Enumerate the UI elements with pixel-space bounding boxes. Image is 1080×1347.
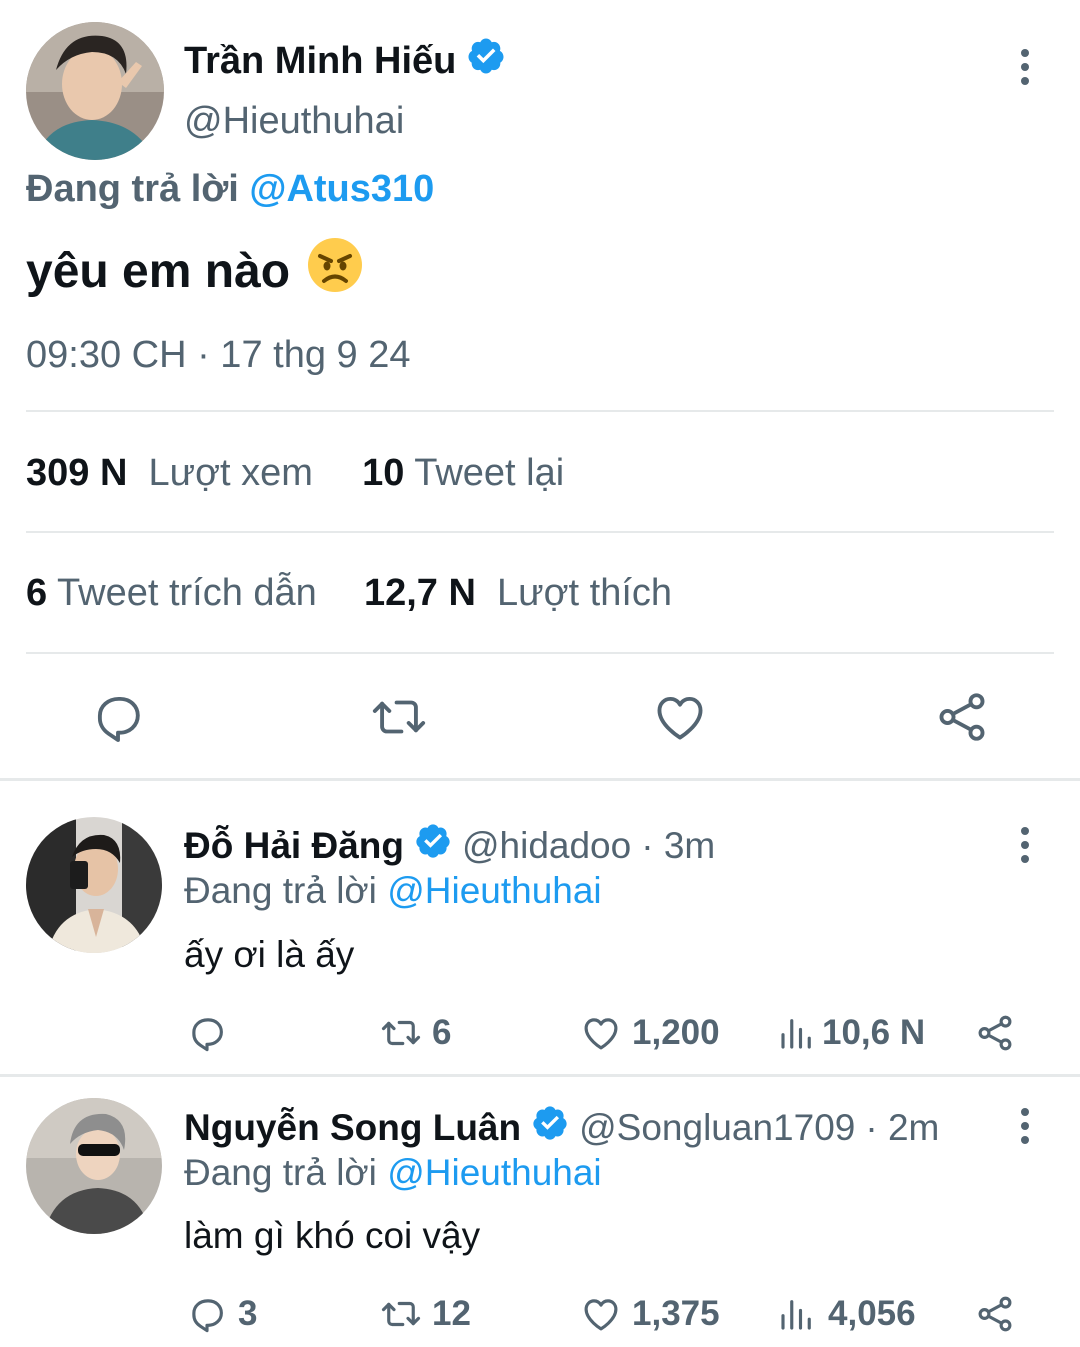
divider: [26, 531, 1054, 533]
reply-time: · 3m: [641, 824, 716, 866]
more-options-icon[interactable]: [1010, 1106, 1040, 1146]
view-count: 4,056: [828, 1294, 916, 1333]
likes-count[interactable]: 12,7 N: [364, 572, 476, 614]
verified-badge-icon: [531, 1104, 569, 1151]
retweet-count: 6: [432, 1013, 452, 1052]
like-button[interactable]: 1,200: [580, 1012, 720, 1054]
tweet-timestamp[interactable]: 09:30 CH · 17 thg 9 24: [26, 334, 410, 377]
reply-author-name[interactable]: Đỗ Hải Đăng: [184, 825, 404, 867]
reply-header: Nguyễn Song Luân @Songluan1709 · 2m: [184, 1104, 939, 1151]
author-handle[interactable]: @Hieuthuhai: [184, 100, 404, 143]
reply-text: làm gì khó coi vậy: [184, 1215, 481, 1256]
share-icon: [978, 1015, 1012, 1051]
replying-prefix: Đang trả lời: [26, 168, 239, 210]
author-avatar[interactable]: [26, 22, 164, 160]
verified-badge-icon: [466, 36, 506, 86]
share-icon[interactable]: [933, 688, 991, 746]
likes-label[interactable]: Lượt thích: [497, 572, 672, 614]
view-count: 10,6 N: [822, 1013, 926, 1052]
share-button[interactable]: [974, 1293, 1016, 1335]
divider: [26, 652, 1054, 654]
author-name[interactable]: Trần Minh Hiếu: [184, 40, 456, 83]
views-icon: [781, 1019, 811, 1049]
reply-button[interactable]: [186, 1012, 238, 1054]
like-count: 1,375: [632, 1294, 720, 1333]
retweet-icon: [381, 1020, 421, 1046]
more-options-icon[interactable]: [1010, 825, 1040, 865]
reply-icon: [192, 1018, 223, 1052]
reply-icon: [192, 1299, 223, 1333]
views-count: 309 N: [26, 452, 128, 494]
reply-author-handle[interactable]: @Songluan1709: [579, 1107, 855, 1149]
author-name-row[interactable]: Trần Minh Hiếu: [184, 36, 506, 86]
section-separator: [0, 778, 1080, 781]
replying-to-link[interactable]: @Hieuthuhai: [387, 1152, 601, 1193]
quotes-count[interactable]: 6: [26, 572, 47, 614]
views-button[interactable]: 10,6 N: [776, 1012, 925, 1054]
share-icon: [978, 1296, 1012, 1332]
retweet-button[interactable]: 12: [380, 1293, 471, 1335]
reply-author-handle[interactable]: @hidadoo: [462, 825, 631, 867]
reply-author-name[interactable]: Nguyễn Song Luân: [184, 1107, 521, 1149]
stats-row-views-retweets: 309 N Lượt xem 10 Tweet lại: [26, 452, 564, 495]
like-icon: [584, 1299, 618, 1331]
reply-icon[interactable]: [89, 688, 147, 746]
retweet-button[interactable]: 6: [380, 1012, 451, 1054]
like-button[interactable]: 1,375: [580, 1293, 720, 1335]
replying-to-line: Đang trả lời @Hieuthuhai: [184, 1152, 602, 1194]
like-icon: [584, 1018, 618, 1050]
retweets-label[interactable]: Tweet lại: [414, 452, 564, 494]
stats-row-quotes-likes: 6 Tweet trích dẫn 12,7 N Lượt thích: [26, 572, 672, 615]
tweet-text: yêu em nào: [26, 236, 364, 306]
retweet-count: 12: [432, 1294, 471, 1333]
divider: [26, 410, 1054, 412]
tweet-text-content: yêu em nào: [26, 244, 291, 298]
reply-text: ấy ơi là ấy: [184, 934, 355, 975]
reply-author-avatar[interactable]: [26, 1098, 162, 1234]
retweet-icon[interactable]: [370, 688, 428, 746]
views-icon: [781, 1300, 811, 1330]
like-icon[interactable]: [651, 688, 709, 746]
replying-to-link[interactable]: @Hieuthuhai: [387, 870, 601, 911]
like-count: 1,200: [632, 1013, 720, 1052]
reply-author-avatar[interactable]: [26, 817, 162, 953]
quotes-label[interactable]: Tweet trích dẫn: [57, 572, 317, 614]
more-options-icon[interactable]: [1008, 46, 1042, 88]
reply-button[interactable]: 3: [186, 1293, 257, 1335]
replying-to-link[interactable]: @Atus310: [249, 168, 434, 210]
angry-face-emoji: [306, 236, 364, 306]
replying-prefix: Đang trả lời: [184, 870, 377, 911]
reply-header: Đỗ Hải Đăng @hidadoo · 3m: [184, 822, 715, 869]
replying-to-line: Đang trả lời @Hieuthuhai: [184, 870, 602, 912]
reply-separator: [0, 1074, 1080, 1077]
views-button[interactable]: 4,056: [776, 1293, 916, 1335]
reply-count: 3: [238, 1294, 258, 1333]
reply-time: · 2m: [865, 1106, 940, 1148]
retweets-count[interactable]: 10: [362, 452, 404, 494]
replying-to-line: Đang trả lời @Atus310: [26, 168, 434, 211]
retweet-icon: [381, 1301, 421, 1327]
share-button[interactable]: [974, 1012, 1016, 1054]
verified-badge-icon: [414, 822, 452, 869]
views-label: Lượt xem: [148, 452, 313, 494]
replying-prefix: Đang trả lời: [184, 1152, 377, 1193]
